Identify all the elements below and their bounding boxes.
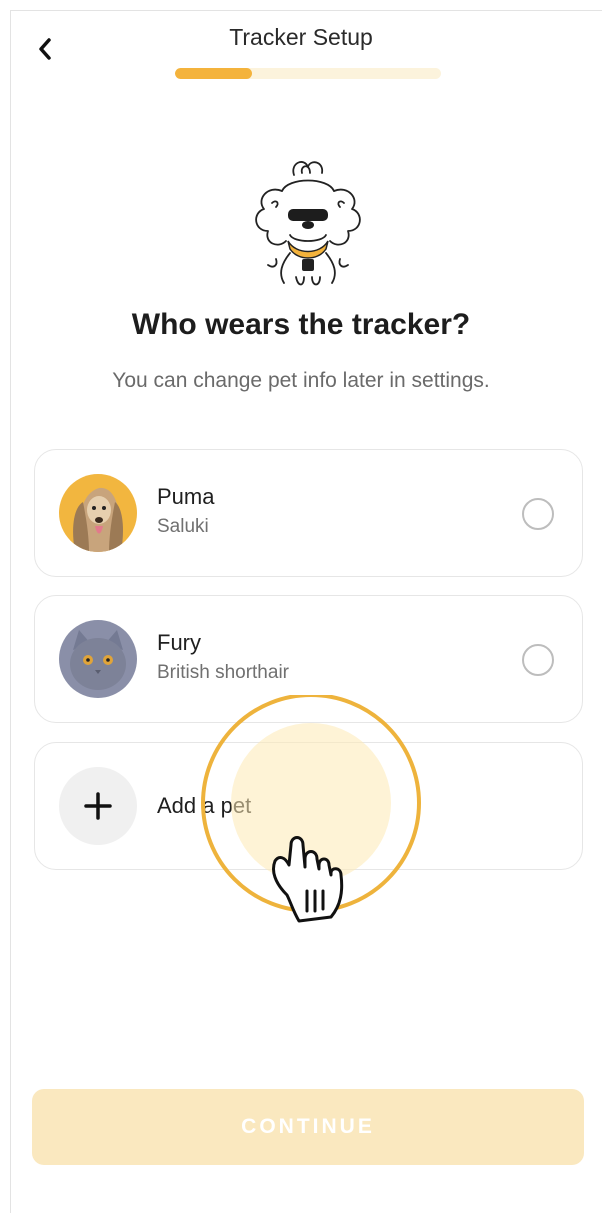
continue-button-label: CONTINUE <box>241 1115 375 1138</box>
cat-avatar <box>59 620 137 698</box>
setup-progress-bar <box>175 68 441 79</box>
pet-breed: British shorthair <box>157 662 289 683</box>
dog-illustration <box>238 155 378 295</box>
add-pet-label: Add a pet <box>157 793 252 818</box>
pet-select-radio[interactable] <box>522 498 554 530</box>
page-subtitle: You can change pet info later in setting… <box>112 369 490 392</box>
plus-icon <box>59 767 137 845</box>
continue-button[interactable]: CONTINUE <box>32 1089 584 1165</box>
pet-breed: Saluki <box>157 516 209 537</box>
add-pet-card[interactable]: Add a pet <box>34 742 583 870</box>
header-title: Tracker Setup <box>229 24 373 50</box>
pet-name: Fury <box>157 630 201 655</box>
dog-avatar <box>59 474 137 552</box>
pet-card-fury[interactable]: Fury British shorthair <box>34 595 583 723</box>
pet-name: Puma <box>157 484 215 509</box>
page-title: Who wears the tracker? <box>131 308 471 341</box>
setup-progress-fill <box>175 68 253 79</box>
pet-select-radio[interactable] <box>522 644 554 676</box>
pet-card-puma[interactable]: Puma Saluki <box>34 449 583 577</box>
